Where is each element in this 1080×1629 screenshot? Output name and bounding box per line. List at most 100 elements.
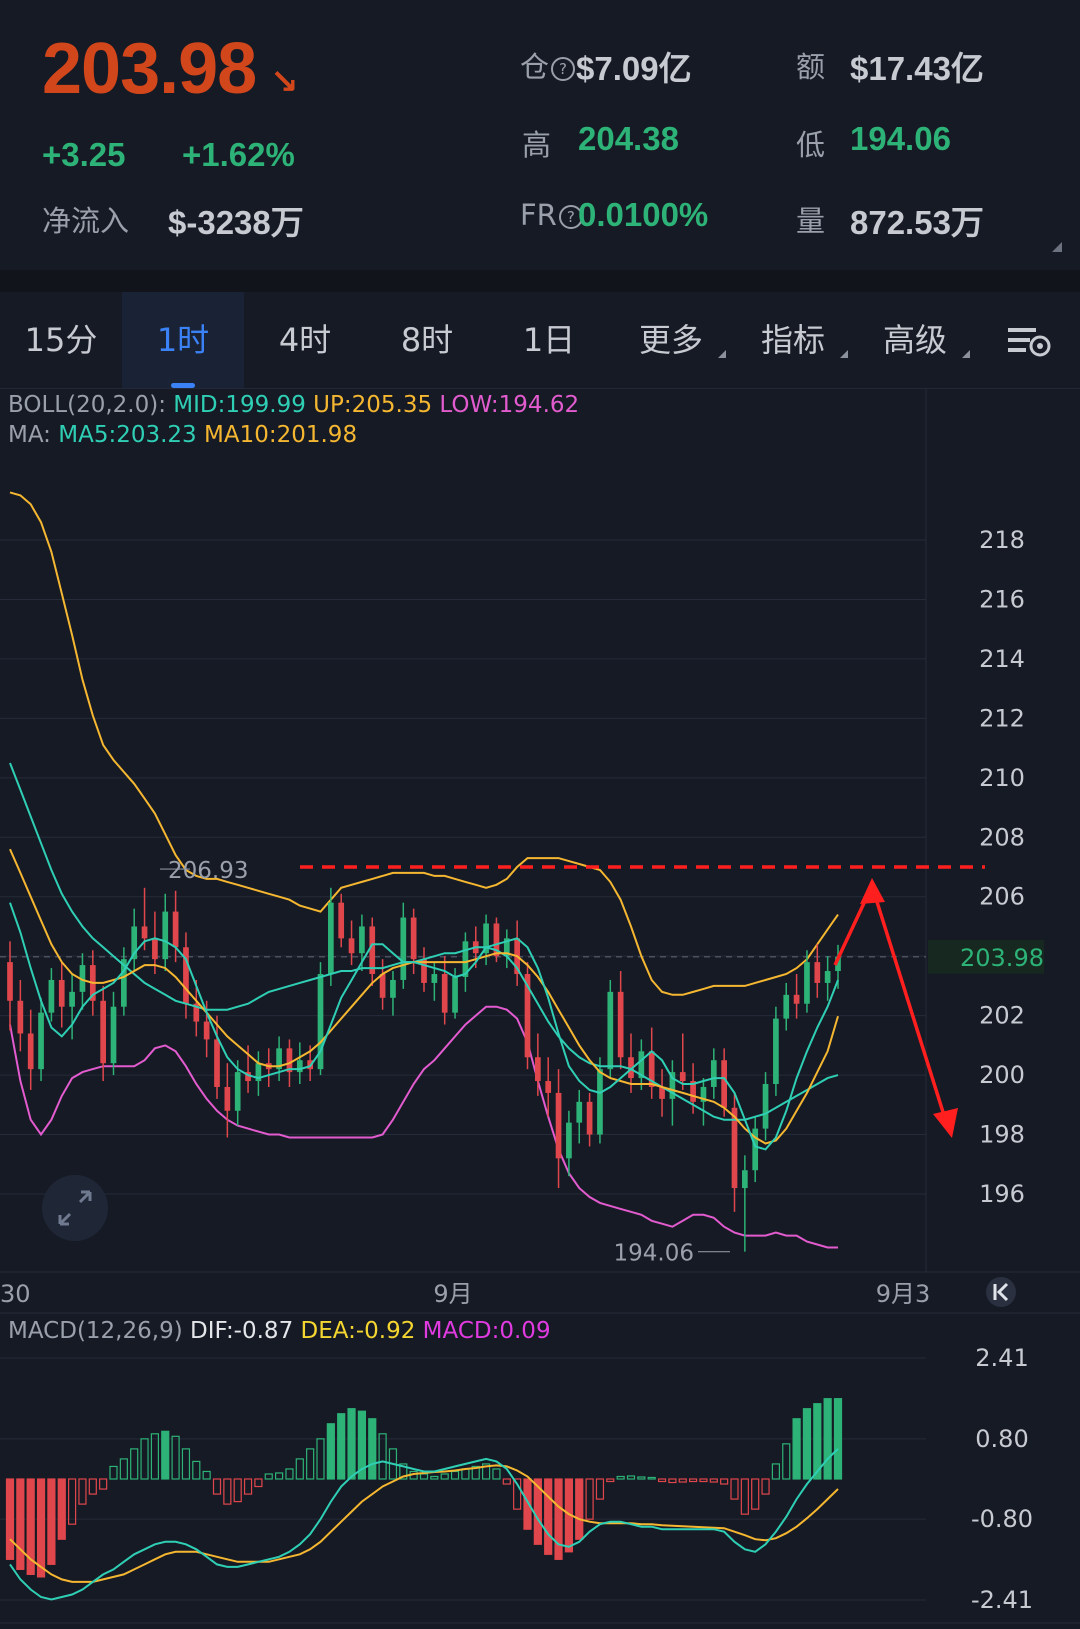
candle-body <box>141 926 148 939</box>
candle-body <box>338 902 345 939</box>
macd-histogram-bar <box>99 1478 108 1490</box>
tab-1d[interactable]: 1日 <box>488 292 610 388</box>
candle-body <box>431 974 438 983</box>
candle-body <box>203 1021 210 1040</box>
candle-body <box>742 1170 748 1189</box>
tab-more[interactable]: 更多 <box>610 292 732 388</box>
price-tick-label: 210 <box>979 764 1025 792</box>
candle-body <box>172 911 179 948</box>
macd-histogram-bar <box>616 1475 625 1480</box>
open-interest-value: $7.09亿 <box>576 50 692 87</box>
macd-histogram-bar <box>647 1476 656 1480</box>
expand-corner-icon[interactable] <box>1052 242 1062 252</box>
macd-histogram-bar <box>202 1470 211 1480</box>
macd-histogram-bar <box>709 1478 718 1483</box>
macd-tick-label: 0.80 <box>975 1425 1028 1453</box>
candle-body <box>296 1060 303 1073</box>
funding-rate-value: 0.0100% <box>578 196 709 233</box>
macd-histogram-bar <box>119 1458 128 1480</box>
price-tick-label: 208 <box>979 823 1025 851</box>
price-tick-label: 198 <box>979 1121 1025 1149</box>
macd-panel: 2.41 0.80 -0.80 -2.41 <box>0 1344 1033 1614</box>
macd-histogram-bar <box>337 1413 346 1480</box>
macd-histogram-bar <box>502 1478 511 1485</box>
candle-body <box>804 962 810 1004</box>
candle-body <box>566 1122 572 1159</box>
macd-histogram-bar <box>720 1478 729 1485</box>
macd-histogram-bar <box>150 1433 159 1480</box>
macd-histogram-bar <box>67 1478 77 1525</box>
candle-body <box>58 979 65 1007</box>
dropdown-triangle-icon <box>718 350 726 358</box>
chart-settings-icon[interactable] <box>990 292 1070 388</box>
current-price-label: 203.98 <box>960 944 1044 972</box>
candle-body <box>576 1101 583 1123</box>
macd-histogram-bar <box>378 1433 387 1480</box>
tab-indicators[interactable]: 指标 <box>732 292 854 388</box>
tab-advanced[interactable]: 高级 <box>854 292 976 388</box>
macd-histogram-bar <box>130 1448 139 1480</box>
candle-body <box>17 1000 24 1034</box>
tab-4h[interactable]: 4时 <box>244 292 366 388</box>
high-marker-label: 206.93 <box>168 858 248 884</box>
macd-histogram-bar <box>492 1468 501 1480</box>
dif-line <box>9 1448 839 1601</box>
price-tick-label: 214 <box>979 645 1025 673</box>
macd-histogram-bar <box>430 1475 439 1480</box>
help-icon[interactable]: ? <box>551 57 576 81</box>
macd-histogram-bar <box>461 1468 470 1480</box>
volume-label: 量 <box>796 204 826 238</box>
tab-1h[interactable]: 1时 <box>122 292 244 388</box>
candle-body <box>38 1012 44 1070</box>
fullscreen-button[interactable] <box>42 1175 108 1241</box>
trend-arrow-path <box>833 881 950 1129</box>
tab-15m[interactable]: 15分 <box>0 292 122 388</box>
macd-histogram-bar <box>606 1478 615 1483</box>
macd-histogram-bar <box>585 1478 594 1520</box>
candle-body <box>679 1072 686 1082</box>
macd-histogram-bar <box>595 1478 605 1500</box>
macd-histogram-bar <box>5 1478 15 1560</box>
candle-body <box>234 1072 241 1111</box>
price-chart[interactable]: 218216214212210208206202200198196203.98 … <box>0 388 1080 1629</box>
boll-lower-line <box>9 1005 838 1249</box>
time-axis: 30 9月 9月3 <box>0 1280 930 1308</box>
candle-body <box>48 979 55 1013</box>
last-price: 203.98 <box>42 29 257 109</box>
candle-body <box>793 994 800 1004</box>
macd-histogram-bar <box>243 1478 253 1495</box>
scroll-to-latest-button[interactable] <box>986 1277 1016 1307</box>
turnover-label: 额 <box>796 50 826 84</box>
turnover-value: $17.43亿 <box>850 50 984 87</box>
macd-histogram-bar <box>16 1478 25 1570</box>
macd-histogram-bar <box>544 1478 553 1555</box>
macd-histogram-bar <box>657 1478 667 1483</box>
candle-body <box>369 926 376 975</box>
macd-histogram-bar <box>761 1478 770 1495</box>
macd-histogram-bar <box>740 1478 749 1515</box>
macd-histogram-bar <box>140 1438 149 1480</box>
candle-body <box>359 926 365 954</box>
low-value: 194.06 <box>850 120 951 157</box>
candle-body <box>400 917 407 980</box>
price-tick-label: 196 <box>979 1180 1025 1208</box>
candle-body <box>348 938 355 954</box>
macd-histogram-bar <box>637 1476 646 1480</box>
candle-body <box>586 1101 593 1135</box>
candle-body <box>721 1060 727 1108</box>
candle-body <box>162 911 169 960</box>
price-tick-label: 202 <box>979 1002 1025 1030</box>
candle-body <box>214 1039 220 1087</box>
candle-body <box>328 902 334 975</box>
candle-body <box>110 1006 117 1064</box>
candle-body <box>410 917 417 960</box>
tab-8h[interactable]: 8时 <box>366 292 488 388</box>
macd-histogram-bar <box>347 1408 356 1480</box>
netflow-label: 净流入 <box>42 204 130 238</box>
candle-body <box>100 1000 106 1064</box>
open-interest-label: 仓? <box>520 44 577 86</box>
time-tick-label: 9月3 <box>876 1280 931 1308</box>
macd-histogram-bar <box>78 1478 87 1505</box>
macd-histogram-bar <box>47 1478 56 1565</box>
price-tick-label: 212 <box>979 704 1025 732</box>
